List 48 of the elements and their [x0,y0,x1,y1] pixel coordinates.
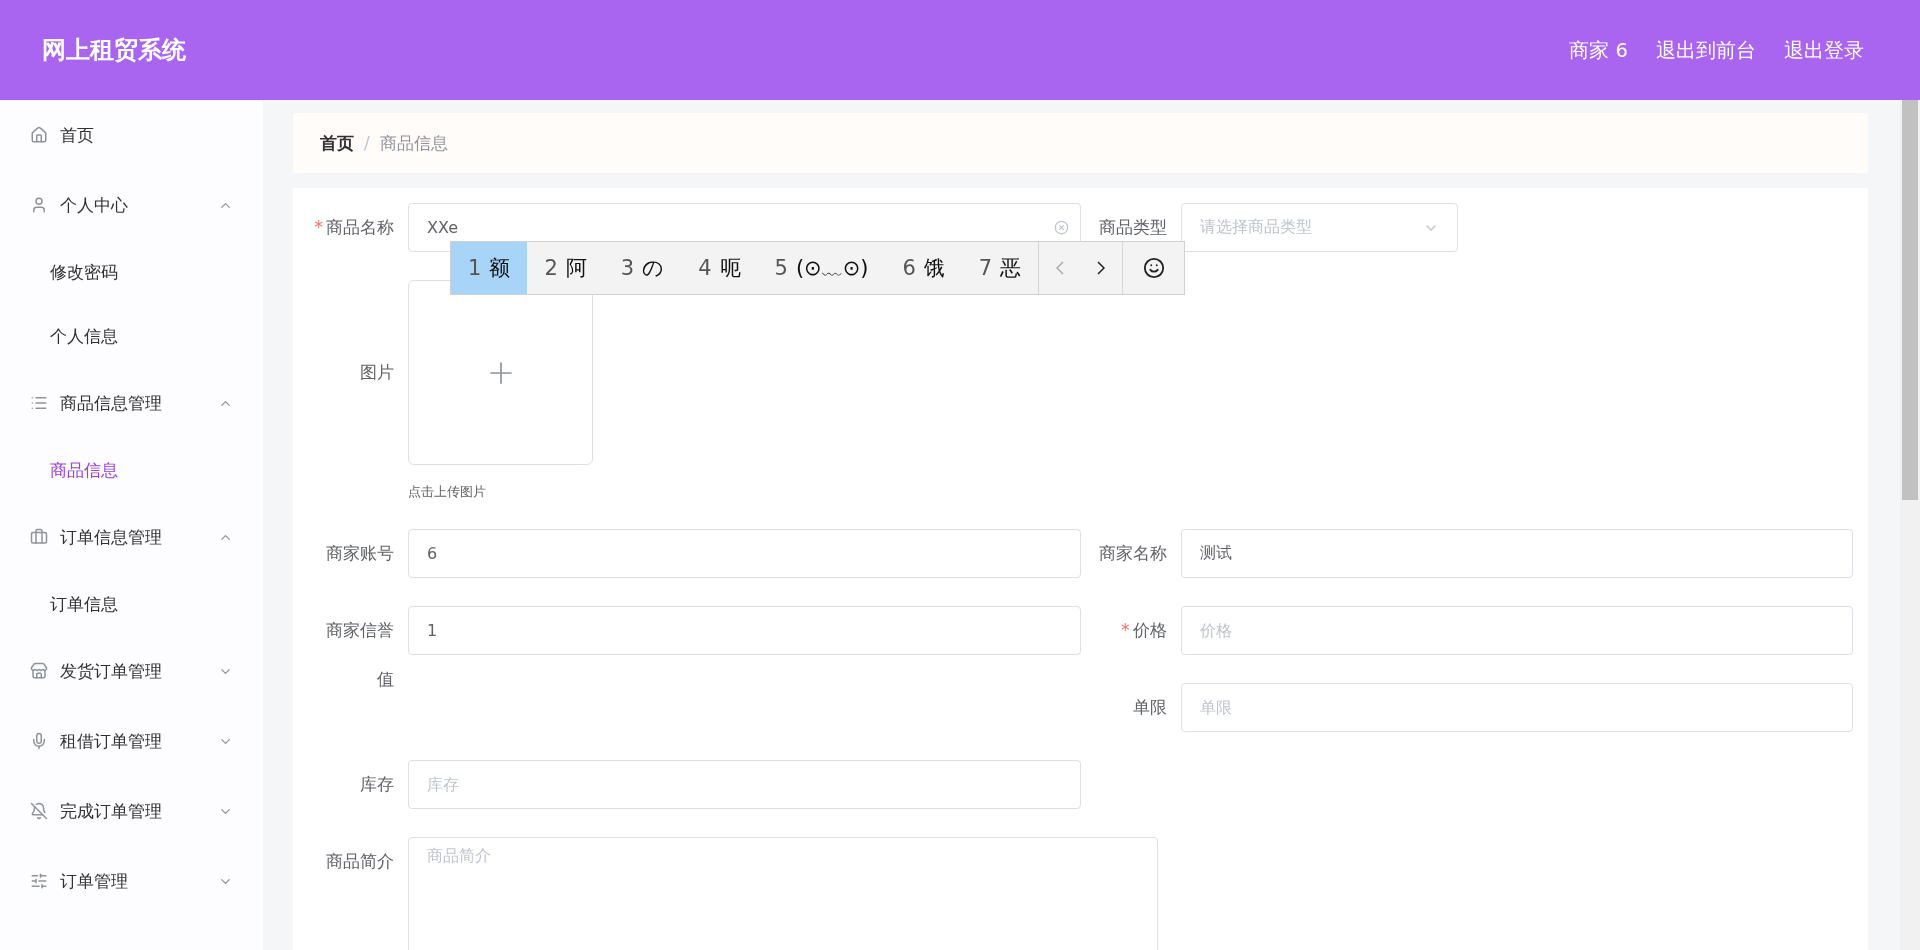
menu-label: 完成订单管理 [60,799,163,823]
menu-label: 个人中心 [60,193,129,217]
text-field[interactable]: 价格 [1180,606,1853,655]
scrollbar-thumb[interactable] [1902,100,1918,500]
chevron-right-icon [1097,261,1106,275]
textarea-field[interactable]: 商品简介 [408,837,1158,950]
required-asterisk: * [314,217,323,237]
field-label: 商家信誉值 [326,620,394,689]
field-label: 商品类型 [1098,217,1167,237]
smiley-icon [1142,257,1165,279]
text-field[interactable]: 库存 [408,760,1081,809]
field-label: 价格 [1132,620,1167,640]
menu-icon [30,126,48,144]
ime-candidate[interactable]: 1 额 [451,242,528,294]
header-link[interactable]: 退出到前台 [1656,36,1756,64]
menu-label: 商品信息管理 [60,391,163,415]
menu-icon [30,394,48,412]
breadcrumb-separator: / [364,133,370,153]
field-label: 单限 [1132,697,1167,717]
menu-icon [30,732,48,750]
text-field[interactable]: 1 [408,606,1081,655]
field-label: 商品名称 [326,217,394,237]
breadcrumb-link[interactable]: 首页 [320,131,354,155]
field-label: 商家名称 [1098,543,1167,563]
menu-label: 订单管理 [60,869,129,893]
menu-label: 订单信息管理 [60,525,163,549]
field-label: 商品简介 [326,851,394,871]
menu-icon [30,528,48,546]
text-field[interactable]: 测试 [1180,529,1853,578]
menu-label: 租借订单管理 [60,729,163,753]
text-field[interactable]: 单限 [1180,683,1853,732]
required-asterisk: * [1121,620,1130,640]
upload-hint: 点击上传图片 [408,483,487,501]
field-label: 商家账号 [326,543,394,563]
clear-icon[interactable] [1053,220,1069,235]
menu-icon [30,662,48,680]
chevron-left-icon [1055,261,1064,275]
menu-label: 发货订单管理 [60,659,163,683]
header-link[interactable]: 商家 6 [1569,36,1628,64]
field-label: 图片 [360,362,394,382]
menu-icon [30,802,48,820]
header-link[interactable]: 退出登录 [1784,36,1864,64]
app-title: 网上租贸系统 [42,35,186,66]
text-field[interactable]: 6 [408,529,1081,578]
field-label: 库存 [360,774,394,794]
menu-icon [30,872,48,890]
menu-label: 首页 [60,123,95,147]
menu-icon [30,196,48,214]
